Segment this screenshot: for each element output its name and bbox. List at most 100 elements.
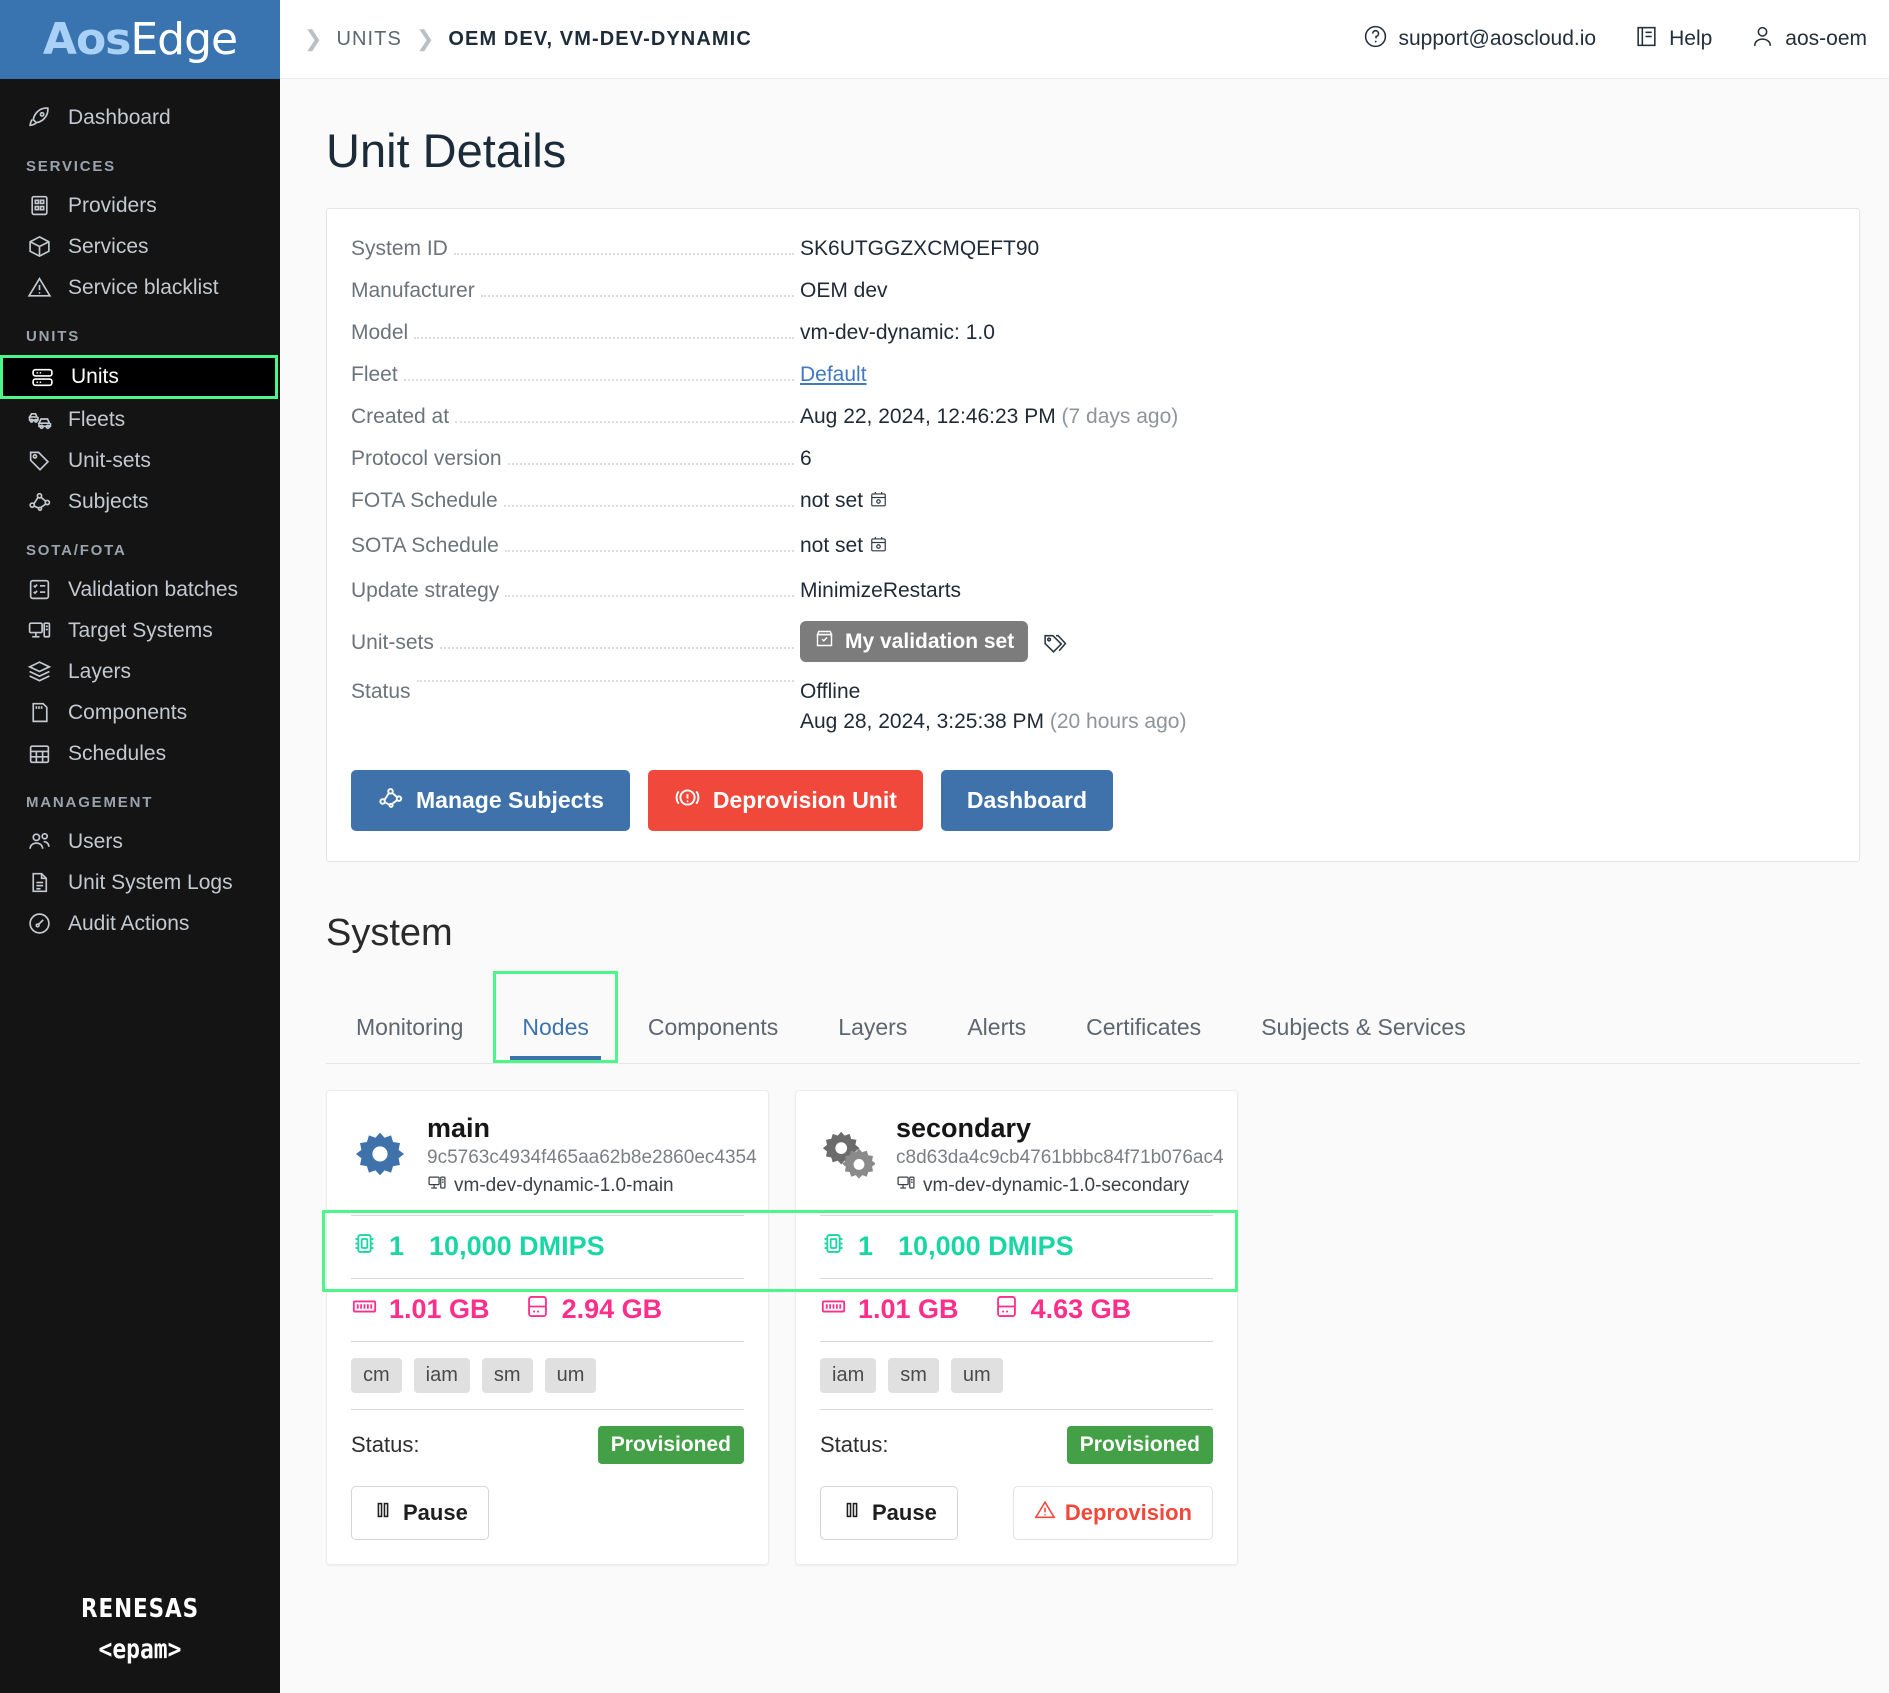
leader-dots [505,595,794,597]
status-badge: Provisioned [1067,1426,1213,1464]
leader-dots [481,295,794,297]
cpu-icon [820,1230,847,1264]
tab-monitoring[interactable]: Monitoring [326,971,493,1063]
epam-logo: <epam> [21,1634,259,1665]
tab-components[interactable]: Components [618,971,808,1063]
sidebar-item-validation-batches[interactable]: Validation batches [0,569,280,610]
sidebar-item-label: Layers [68,660,131,684]
node-disk-metric: 4.63 GB [993,1293,1132,1327]
unit-set-chip[interactable]: My validation set [800,621,1028,662]
user-menu[interactable]: aos-oem [1750,24,1867,55]
sidebar-item-label: Units [71,365,119,389]
tab-certificates[interactable]: Certificates [1056,971,1231,1063]
fleet-link[interactable]: Default [800,363,867,386]
pause-button[interactable]: Pause [351,1486,489,1540]
manage-subjects-button[interactable]: Manage Subjects [351,770,630,831]
deprovision-unit-button[interactable]: Deprovision Unit [648,770,923,831]
node-id: c8d63da4c9cb4761bbbc84f71b076ac4 [896,1144,1224,1173]
sidebar-item-users[interactable]: Users [0,821,280,862]
disk-value: 2.94 GB [562,1294,663,1325]
unit-action-buttons: Manage Subjects Deprovision Unit Dashboard [327,744,1859,831]
deprovision-button[interactable]: Deprovision [1013,1486,1213,1540]
sidebar-item-schedules[interactable]: Schedules [0,733,280,774]
detail-value: vm-dev-dynamic: 1.0 [800,321,995,344]
detail-label: Created at [351,405,449,429]
tab-alerts[interactable]: Alerts [937,971,1056,1063]
tab-subjects-services[interactable]: Subjects & Services [1231,971,1496,1063]
sidebar-item-label: Audit Actions [68,912,189,936]
leader-dots [404,379,794,381]
detail-row: Update strategyMinimizeRestarts [327,579,1859,603]
node-actions: Pause Deprovision [820,1486,1213,1540]
sidebar-item-layers[interactable]: Layers [0,651,280,692]
button-label: Dashboard [967,787,1087,814]
sidebar-item-providers[interactable]: Providers [0,185,280,226]
calendar-icon[interactable] [869,534,888,561]
warning-triangle-icon [26,275,52,301]
logo-aos: Aos [43,14,130,65]
breadcrumb: ❯ UNITS ❯ OEM DEV, VM-DEV-DYNAMIC [304,26,752,52]
sidebar-item-label: Subjects [68,490,149,514]
sidebar-item-service-blacklist[interactable]: Service blacklist [0,267,280,308]
app-logo[interactable]: AosEdge [0,0,280,79]
dashboard-button[interactable]: Dashboard [941,770,1113,831]
status-value: Offline [800,680,1835,704]
gauge-icon [26,911,52,937]
detail-value-cell: Aug 22, 2024, 12:46:23 PM (7 days ago) [800,405,1835,429]
node-tag: sm [888,1358,939,1393]
sidebar-footer-logos: RENESAS <epam> [0,1594,280,1693]
sidebar-item-dashboard[interactable]: Dashboard [0,97,280,138]
detail-value: OEM dev [800,279,888,302]
help-link[interactable]: Help [1634,24,1712,55]
leader-dots [455,421,794,423]
leader-dots [417,680,794,682]
detail-row: Created at Aug 22, 2024, 12:46:23 PM (7 d… [327,405,1859,429]
sidebar-item-units[interactable]: Units [0,355,278,399]
node-model-label: vm-dev-dynamic-1.0-secondary [923,1175,1189,1197]
node-name: secondary [896,1113,1224,1144]
ram-icon [820,1293,847,1327]
sidebar-item-label: Validation batches [68,578,238,602]
user-label: aos-oem [1785,27,1867,51]
node-memory-row: 1.01 GB4.63 GB [820,1278,1213,1341]
calendar-grid-icon [26,741,52,767]
sidebar-item-audit-actions[interactable]: Audit Actions [0,903,280,944]
node-model: vm-dev-dynamic-1.0-main [427,1173,757,1199]
sidebar-item-unit-system-logs[interactable]: Unit System Logs [0,862,280,903]
leader-dots [505,550,794,552]
detail-row: ManufacturerOEM dev [327,279,1859,303]
logo-edge: Edge [130,14,237,65]
detail-value-cell: 6 [800,447,1835,471]
checklist-icon [26,577,52,603]
button-label: Deprovision [1065,1500,1192,1526]
tab-nodes[interactable]: Nodes [493,971,617,1063]
support-email-link[interactable]: support@aoscloud.io [1363,24,1596,55]
leader-dots [504,505,794,507]
sidebar-item-components[interactable]: Components [0,692,280,733]
alert-circle-icon [674,784,701,817]
sidebar-item-services[interactable]: Services [0,226,280,267]
detail-value: MinimizeRestarts [800,579,961,602]
tags-icon[interactable] [1042,631,1067,656]
sidebar-item-unit-sets[interactable]: Unit-sets [0,440,280,481]
help-label: Help [1669,27,1712,51]
node-model-label: vm-dev-dynamic-1.0-main [454,1175,674,1197]
pause-button[interactable]: Pause [820,1486,958,1540]
sidebar-item-target-systems[interactable]: Target Systems [0,610,280,651]
calendar-icon[interactable] [869,489,888,516]
node-tags: iamsmum [820,1341,1213,1409]
renesas-logo: RENESAS [11,1594,269,1624]
detail-row: SOTA Schedulenot set [327,534,1859,561]
graph-icon [377,784,404,817]
sidebar-item-fleets[interactable]: Fleets [0,399,280,440]
detail-row: System IDSK6UTGGZXCMQEFT90 [327,237,1859,261]
tab-layers[interactable]: Layers [808,971,937,1063]
schedule-value: not set [800,489,863,512]
breadcrumb-units[interactable]: UNITS [336,28,402,51]
main-area: ❯ UNITS ❯ OEM DEV, VM-DEV-DYNAMIC suppor… [280,0,1889,1693]
support-email-label: support@aoscloud.io [1398,27,1596,51]
pause-icon [372,1499,394,1527]
node-cpu-row: 110,000 DMIPS [351,1215,744,1278]
sidebar-item-label: Dashboard [68,106,171,130]
sidebar-item-subjects[interactable]: Subjects [0,481,280,522]
